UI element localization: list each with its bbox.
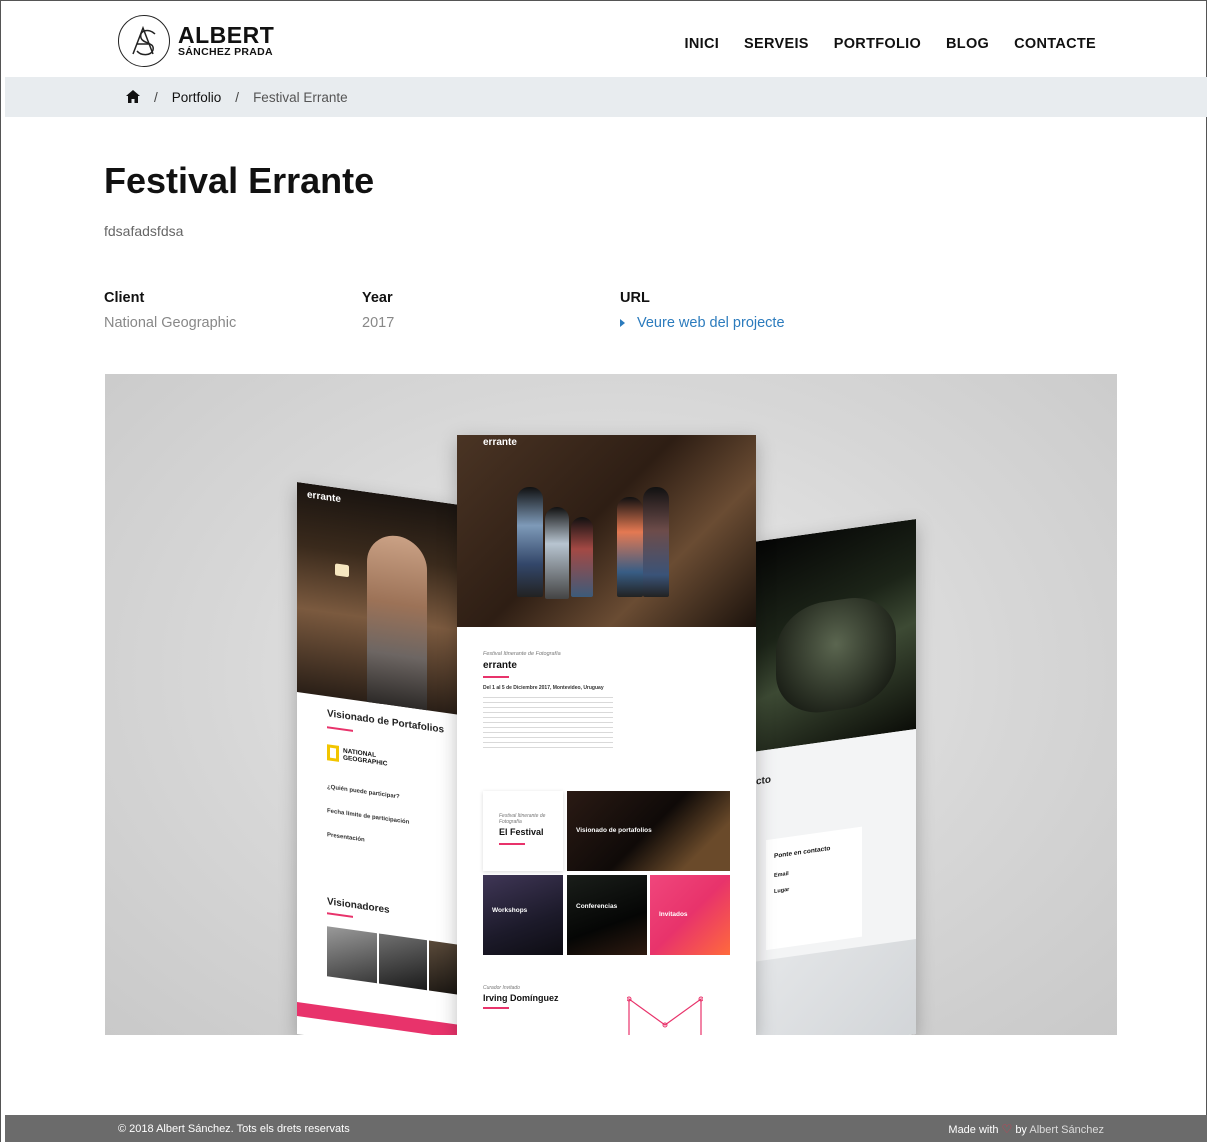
mockup-bottom-title: Irving Domínguez — [483, 993, 559, 1003]
tile-workshops: Workshops — [483, 875, 563, 955]
mockup-center-kicker: Festival Itinerante de Fotografía — [483, 651, 561, 657]
tile-festival-kicker: Festival Itinerante de Fotografía — [499, 813, 546, 825]
url-label: URL — [620, 290, 650, 306]
project-showcase-image: errante Visionado de Portafolios NATIONA… — [105, 374, 1117, 1035]
logo-name: ALBERT — [178, 22, 275, 48]
breadcrumb-separator: / — [235, 89, 240, 105]
project-url-link[interactable]: Veure web del projecte — [620, 315, 785, 331]
natgeo-text: NATIONAL GEOGRAPHIC — [343, 747, 388, 768]
nav-contacte[interactable]: CONTACTE — [1014, 36, 1096, 52]
contact-card-title: Ponte en contacto — [774, 845, 831, 860]
site-footer: © 2018 Albert Sánchez. Tots els drets re… — [5, 1115, 1207, 1142]
tile-conferencias: Conferencias — [567, 875, 647, 955]
footer-copyright: © 2018 Albert Sánchez. Tots els drets re… — [118, 1122, 350, 1135]
breadcrumb-portfolio[interactable]: Portfolio — [172, 90, 222, 105]
accent-line — [499, 843, 525, 845]
logo-subtitle: SÁNCHEZ PRADA — [178, 46, 273, 58]
tile-invitados: Invitados — [650, 875, 730, 955]
mockup-left-footer-bar — [297, 1002, 457, 1035]
mockup-center-brand: errante — [483, 437, 517, 448]
breadcrumb-current: Festival Errante — [253, 89, 348, 105]
accent-line — [483, 676, 509, 678]
mockup-rock — [776, 591, 896, 719]
project-url-text: Veure web del projecte — [637, 315, 785, 331]
footer-credit: Made with ♡ by Albert Sánchez — [948, 1122, 1104, 1136]
mockup-hero-photo: errante — [457, 435, 756, 627]
mockup-right-photo — [756, 519, 916, 752]
tile-conferencias-label: Conferencias — [576, 903, 618, 910]
year-label: Year — [362, 290, 393, 306]
footer-author-link[interactable]: Albert Sánchez — [1029, 1124, 1104, 1136]
client-value: National Geographic — [104, 315, 237, 331]
mockup-center-date: Del 1 al 5 de Diciembre 2017, Montevideo… — [483, 685, 604, 691]
mockup-left-q3: Presentación — [327, 832, 365, 844]
mockup-left-q1: ¿Quién puede participar? — [327, 784, 400, 801]
nav-serveis[interactable]: SERVEIS — [744, 36, 809, 52]
tile-visionado: Visionado de portafolios — [567, 791, 730, 871]
mockup-center-page: errante Festival Itinerante de Fotografí… — [457, 435, 756, 1035]
mockup-lamp — [335, 563, 349, 578]
mockup-center-body-text — [483, 697, 613, 749]
visionador-photo — [429, 940, 457, 995]
mockup-right-page: cto Ponte en contacto Email Lugar — [756, 519, 916, 1035]
logo[interactable]: ALBERT SÁNCHEZ PRADA — [118, 15, 274, 67]
tile-festival-title: El Festival — [499, 827, 544, 837]
mockup-left-person — [367, 531, 427, 711]
footer-made-with: Made with — [948, 1123, 999, 1136]
natgeo-frame-icon — [327, 744, 339, 762]
footer-by: by — [1015, 1123, 1027, 1136]
mockup-left-title: Visionado de Portafolios — [327, 708, 445, 736]
mockup-natgeo-logo: NATIONAL GEOGRAPHIC — [327, 744, 397, 770]
page-title: Festival Errante — [104, 160, 375, 201]
nav-portfolio[interactable]: PORTFOLIO — [834, 36, 921, 52]
mockup-left-photo: errante — [297, 482, 457, 715]
url-block: URL Veure web del projecte — [620, 290, 785, 331]
year-value: 2017 — [362, 315, 395, 331]
client-block: Client National Geographic — [104, 290, 236, 331]
mockup-center-title: errante — [483, 660, 517, 671]
caret-right-icon — [620, 319, 625, 327]
accent-line — [327, 726, 353, 732]
mockup-contact-card: Ponte en contacto Email Lugar — [766, 826, 862, 951]
year-block: Year 2017 — [362, 290, 394, 331]
home-icon[interactable] — [126, 90, 140, 104]
visionador-photo — [327, 926, 377, 984]
mockup-left-q2: Fecha límite de participación — [327, 808, 410, 826]
tile-festival: Festival Itinerante de Fotografía El Fes… — [483, 791, 563, 871]
mockup-bottom-kicker: Curador Invitado — [483, 985, 520, 991]
visionador-photo — [379, 933, 427, 991]
mockup-right-heading: cto — [756, 774, 771, 788]
mockup-left-brand: errante — [307, 489, 341, 506]
accent-line — [327, 912, 353, 918]
client-label: Client — [104, 290, 145, 306]
heart-icon: ♡ — [1001, 1121, 1013, 1136]
breadcrumb-separator: / — [154, 89, 158, 105]
mockup-hero-people — [517, 467, 669, 607]
project-subtitle: fdsafadsfdsa — [104, 223, 184, 239]
breadcrumb: / Portfolio / Festival Errante — [5, 77, 1207, 117]
nav-inici[interactable]: INICI — [685, 36, 720, 52]
site-header: ALBERT SÁNCHEZ PRADA INICI SERVEIS PORTF… — [0, 0, 1207, 76]
contact-lugar-label: Lugar — [774, 886, 790, 895]
contact-email-label: Email — [774, 870, 789, 879]
mockup-diagram-graphic — [626, 995, 704, 1035]
accent-line — [483, 1007, 509, 1009]
tile-invitados-label: Invitados — [659, 911, 688, 918]
nav-blog[interactable]: BLOG — [946, 36, 989, 52]
logo-monogram-icon — [118, 15, 170, 67]
main-nav: INICI SERVEIS PORTFOLIO BLOG CONTACTE — [685, 36, 1096, 52]
mockup-left-page: errante Visionado de Portafolios NATIONA… — [297, 482, 457, 1035]
tile-visionado-label: Visionado de portafolios — [576, 827, 652, 834]
tile-workshops-label: Workshops — [492, 907, 528, 914]
